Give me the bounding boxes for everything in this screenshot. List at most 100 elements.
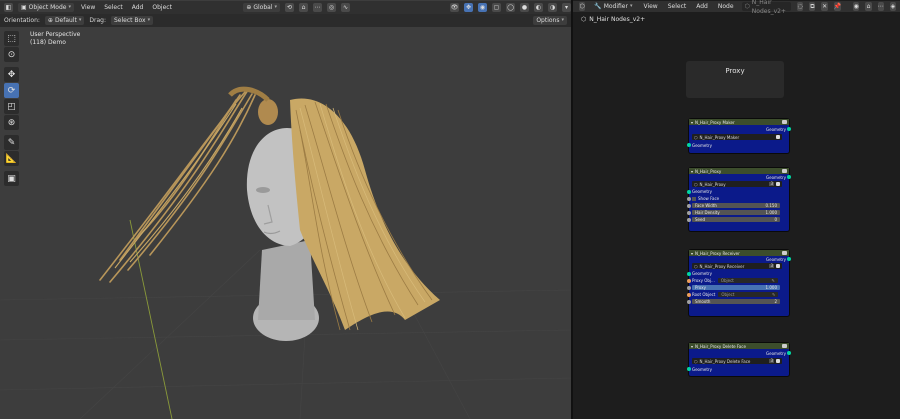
wireframe-shading-icon[interactable]: ◯ <box>506 3 515 12</box>
solid-shading-icon[interactable]: ● <box>520 3 529 12</box>
geometry-input-socket[interactable] <box>687 143 691 147</box>
int-input-socket[interactable] <box>687 299 691 304</box>
menu-add[interactable]: Add <box>694 3 710 10</box>
snap-icon[interactable]: ⌂ <box>299 3 308 12</box>
float-input-socket[interactable] <box>687 203 691 208</box>
node-proxy-receiver[interactable]: ▾ N_Hair_Proxy Receiver Geometry ⬡ N_Hai… <box>687 250 791 316</box>
pivot-icon[interactable]: ⟲ <box>285 3 294 12</box>
proxy-object-field[interactable]: Object ✎ <box>717 278 778 283</box>
node-group-field[interactable]: ⬡ N_Hair_Proxy 3 <box>692 181 782 187</box>
pin-icon[interactable]: 📌 <box>833 2 842 11</box>
menu-node[interactable]: Node <box>716 3 736 10</box>
seed-field[interactable]: Seed 0 <box>692 217 780 222</box>
checkbox-row: Show Face <box>687 195 789 202</box>
3d-viewport[interactable]: ◧ ▣ Object Mode ▾ View Select Add Object… <box>0 0 571 419</box>
fake-user-icon[interactable] <box>776 264 780 268</box>
select-box-tool-icon[interactable]: ⬚ <box>4 31 19 46</box>
boolean-input-socket[interactable] <box>687 196 691 201</box>
menu-select[interactable]: Select <box>666 3 689 10</box>
editor-subtype-dropdown[interactable]: 🔧 Modifier ▾ <box>591 2 635 11</box>
node-title: N_Hair_Proxy Maker <box>695 119 735 125</box>
int-input-socket[interactable] <box>687 217 691 222</box>
geometry-output-socket[interactable] <box>787 175 791 179</box>
eyedropper-icon[interactable]: ✎ <box>771 278 774 283</box>
node-proxy-maker[interactable]: ▾ N_Hair_Proxy Maker Geometry ⬡ N_Hair_P… <box>687 119 791 153</box>
fake-user-icon[interactable]: ◌ <box>797 2 804 11</box>
menu-object[interactable]: Object <box>150 4 174 11</box>
material-shading-icon[interactable]: ◐ <box>534 3 543 12</box>
drag-dropdown[interactable]: Select Box ▾ <box>110 16 154 25</box>
editor-type-icon[interactable]: ⬡ <box>579 2 586 11</box>
menu-select[interactable]: Select <box>102 4 125 11</box>
proxy-factor-field[interactable]: Proxy 1.000 <box>692 285 780 290</box>
cursor-tool-icon[interactable]: ⊙ <box>4 47 19 62</box>
rendered-shading-icon[interactable]: ◑ <box>548 3 557 12</box>
geometry-output-socket[interactable] <box>787 127 791 131</box>
object-input-socket[interactable] <box>687 292 691 297</box>
annotate-tool-icon[interactable]: ✎ <box>4 135 19 150</box>
geometry-input-socket[interactable] <box>687 189 691 194</box>
menu-view[interactable]: View <box>79 4 97 11</box>
node-frame[interactable]: Proxy <box>686 61 784 98</box>
geometry-output-socket[interactable] <box>787 257 791 261</box>
shading-options-icon[interactable]: ▾ <box>562 3 571 12</box>
proportional-edit-icon[interactable]: ◎ <box>327 3 336 12</box>
view-icon[interactable]: ◈ <box>889 2 896 11</box>
node-group-field[interactable]: ⬡ N_Hair_Proxy Maker <box>692 134 782 140</box>
options-dropdown[interactable]: Options ▾ <box>533 16 567 25</box>
fake-user-icon[interactable] <box>776 359 780 363</box>
node-group-field[interactable]: ⬡ N_Hair_Proxy Receiver 3 <box>692 263 782 269</box>
object-input-socket[interactable] <box>687 278 691 283</box>
root-object-field[interactable]: Object ✎ <box>718 292 779 297</box>
snap-settings-icon[interactable]: ⋯ <box>313 3 322 12</box>
duplicate-icon[interactable]: ⧉ <box>809 2 816 11</box>
unlink-icon[interactable]: ✕ <box>821 2 828 11</box>
collapse-icon[interactable]: ▾ <box>691 120 693 125</box>
collapse-icon[interactable]: ▾ <box>691 169 693 174</box>
add-cube-tool-icon[interactable]: ▣ <box>4 171 19 186</box>
snap-icon[interactable]: ⌂ <box>865 2 872 11</box>
overlay-toggle-icon[interactable]: ◉ <box>478 3 487 12</box>
node-proxy-delete-face[interactable]: ▾ N_Hair_Proxy Delete Face Geometry ⬡ N_… <box>687 343 791 376</box>
float-input-socket[interactable] <box>687 210 691 215</box>
overlay-icon[interactable]: ◉ <box>853 2 860 11</box>
geometry-output-socket[interactable] <box>787 351 791 355</box>
hair-density-field[interactable]: Hair Density 1.000 <box>692 210 780 215</box>
collapse-icon[interactable]: ▾ <box>691 251 693 256</box>
visibility-icon[interactable]: 👁 <box>450 3 459 12</box>
orientation-dropdown[interactable]: ⊕ Default ▾ <box>44 16 85 25</box>
node-group-selector[interactable]: ⬡ N_Hair Nodes_v2+ <box>741 0 792 15</box>
transform-tool-icon[interactable]: ⊛ <box>4 115 19 130</box>
float-input-socket[interactable] <box>687 285 691 290</box>
fake-user-icon[interactable] <box>776 135 780 139</box>
face-width-field[interactable]: Face Width 0.150 <box>692 203 780 208</box>
measure-tool-icon[interactable]: 📐 <box>4 151 19 166</box>
move-tool-icon[interactable]: ✥ <box>4 67 19 82</box>
node-proxy[interactable]: ▾ N_Hair_Proxy Geometry ⬡ N_Hair_Proxy 3… <box>687 168 791 231</box>
editor-type-icon[interactable]: ◧ <box>4 3 13 12</box>
scale-tool-icon[interactable]: ◰ <box>4 99 19 114</box>
node-tree-icon: ⬡ <box>694 263 698 269</box>
collapse-icon[interactable]: ▾ <box>691 344 693 349</box>
geometry-input-socket[interactable] <box>687 367 691 371</box>
show-face-checkbox[interactable] <box>692 196 696 201</box>
options-icon[interactable]: ⋯ <box>877 2 884 11</box>
output-socket-row: Geometry <box>689 349 791 357</box>
menu-view[interactable]: View <box>641 3 659 10</box>
geometry-input-socket[interactable] <box>687 271 691 276</box>
eyedropper-icon[interactable]: ✎ <box>772 292 775 297</box>
rotate-tool-icon[interactable]: ⟳ <box>4 83 19 98</box>
falloff-icon[interactable]: ∿ <box>341 3 350 12</box>
tool-separator <box>4 131 20 134</box>
menu-add[interactable]: Add <box>130 4 146 11</box>
smooth-field[interactable]: Smooth 2 <box>692 299 780 304</box>
gizmo-toggle-icon[interactable]: ✥ <box>464 3 473 12</box>
tool-separator <box>4 63 20 66</box>
mode-dropdown[interactable]: ▣ Object Mode ▾ <box>18 3 74 12</box>
field-label: Face Width <box>695 203 717 208</box>
transform-orientation-dropdown[interactable]: ⊕ Global ▾ <box>243 3 280 12</box>
node-group-field[interactable]: ⬡ N_Hair_Proxy Delete Face 3 <box>692 358 782 364</box>
xray-icon[interactable]: ▢ <box>492 3 501 12</box>
fake-user-icon[interactable] <box>776 182 780 186</box>
node-editor[interactable]: ⬡ 🔧 Modifier ▾ View Select Add Node ⬡ N_… <box>573 0 900 419</box>
